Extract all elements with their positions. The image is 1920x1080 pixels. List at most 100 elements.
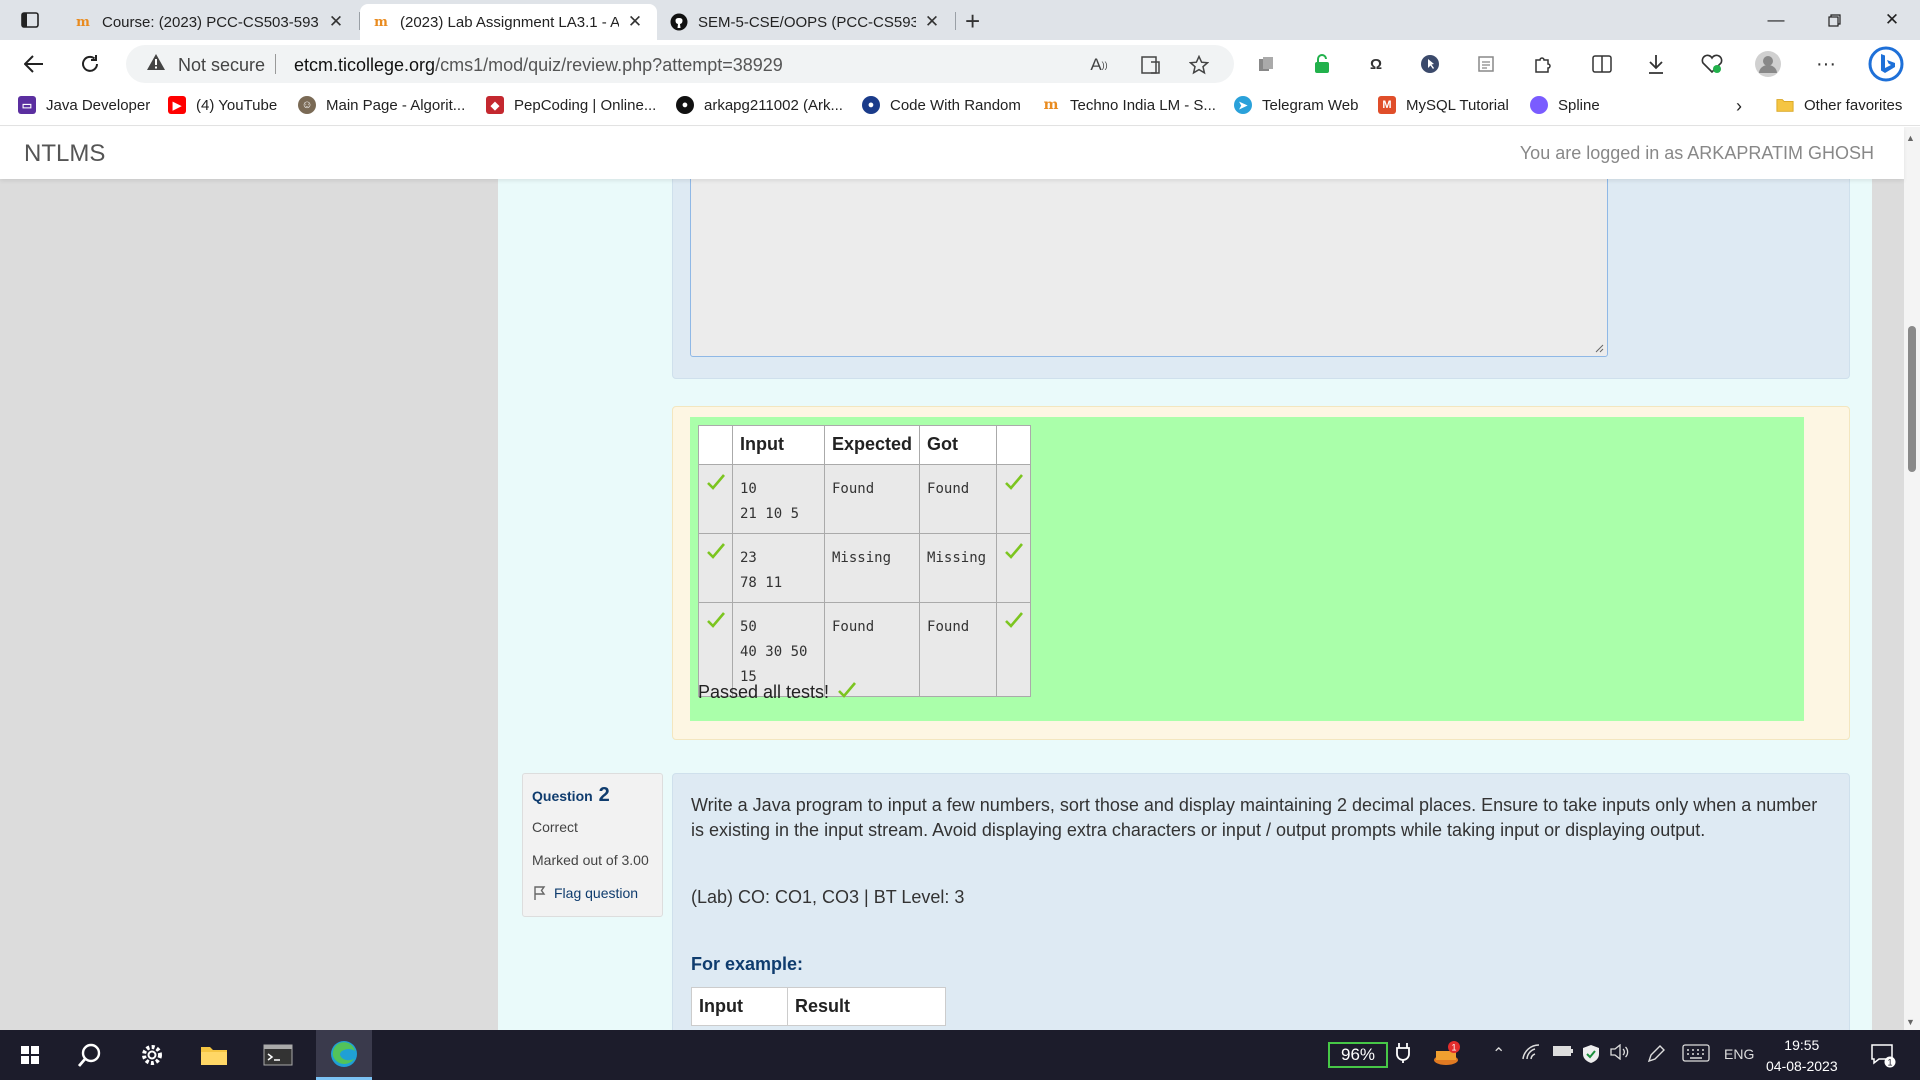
terminal-icon[interactable]: [254, 1030, 302, 1080]
back-icon[interactable]: [18, 48, 50, 80]
more-menu-icon[interactable]: ···: [1810, 48, 1842, 80]
language-indicator[interactable]: ENG: [1724, 1046, 1754, 1062]
scroll-down-icon[interactable]: ▼: [1906, 1017, 1915, 1027]
settings-gear-icon[interactable]: [128, 1030, 176, 1080]
bookmarks-bar: ▭ Java Developer ▶ (4) YouTube ☺ Main Page …: [0, 88, 1920, 126]
file-explorer-icon[interactable]: [190, 1030, 238, 1080]
extensions-icon[interactable]: [1526, 48, 1558, 80]
bookmark-label: PepCoding | Online...: [514, 96, 657, 114]
app-update-icon[interactable]: 1: [1432, 1040, 1462, 1071]
bookmark-label: Telegram Web: [1262, 96, 1359, 114]
site-brand[interactable]: NTLMS: [24, 140, 105, 168]
tab-label: SEM-5-CSE/OOPS (PCC-CS593)/A: [698, 13, 916, 31]
java-developer-icon: ▭: [18, 96, 36, 114]
got-cell: Missing: [919, 533, 998, 603]
check-icon: [837, 681, 857, 704]
bookmark-pepcoding[interactable]: ◆ PepCoding | Online...: [486, 96, 656, 114]
reading-list-icon[interactable]: [1470, 48, 1502, 80]
moodle-icon: m: [76, 14, 90, 30]
bookmark-telegram[interactable]: ➤ Telegram Web: [1234, 96, 1358, 114]
start-windows-icon[interactable]: [6, 1030, 54, 1080]
flag-question-link[interactable]: Flag question: [532, 885, 653, 901]
code-with-random-icon: ●: [862, 96, 880, 114]
wifi-icon[interactable]: [1522, 1044, 1540, 1063]
favorite-star-icon[interactable]: [1188, 54, 1210, 76]
bookmark-github[interactable]: ● arkapg211002 (Ark...: [676, 96, 843, 114]
read-aloud-icon[interactable]: A)): [1088, 54, 1110, 76]
divider: [275, 54, 276, 74]
question-status: Correct: [532, 819, 578, 835]
scrollbar-thumb[interactable]: [1908, 326, 1916, 472]
bookmark-java-developer[interactable]: ▭ Java Developer: [18, 96, 150, 114]
flag-icon: [532, 885, 548, 901]
bookmark-techno-india[interactable]: m Techno India LM - S...: [1042, 96, 1216, 114]
github-icon: [670, 13, 688, 31]
security-label[interactable]: Not secure: [178, 55, 265, 76]
warning-icon[interactable]: [146, 53, 166, 76]
battery-indicator[interactable]: 96%: [1328, 1042, 1388, 1068]
scroll-up-icon[interactable]: ▲: [1906, 133, 1915, 143]
browser-tab-course[interactable]: m Course: (2023) PCC-CS503-593: C ✕: [62, 4, 358, 40]
new-tab-button[interactable]: +: [965, 6, 980, 37]
main-region: Input Expected Got 10 21 10 5 Found Found: [498, 179, 1872, 1030]
downloads-icon[interactable]: [1640, 48, 1672, 80]
minimize-button[interactable]: —: [1747, 0, 1805, 40]
folder-icon: [1776, 96, 1794, 114]
bookmark-code-with-random[interactable]: ● Code With Random: [862, 96, 1021, 114]
security-shield-icon[interactable]: [1582, 1044, 1600, 1067]
close-icon[interactable]: ✕: [625, 12, 645, 32]
browser-tab-github[interactable]: SEM-5-CSE/OOPS (PCC-CS593)/A ✕: [658, 4, 954, 40]
column-header-input: Input: [732, 425, 825, 465]
answer-code-textarea[interactable]: [690, 179, 1608, 357]
close-icon[interactable]: ✕: [922, 12, 942, 32]
pen-icon[interactable]: [1646, 1044, 1666, 1067]
page-scrollbar[interactable]: ▲ ▼: [1904, 127, 1920, 1030]
url-text[interactable]: etcm.ticollege.org/cms1/mod/quiz/review.…: [294, 55, 783, 76]
chevron-right-icon[interactable]: ›: [1736, 96, 1742, 117]
input-cell: 23 78 11: [732, 533, 825, 603]
login-info: You are logged in as ARKAPRATIM GHOSH: [1519, 143, 1874, 163]
system-clock[interactable]: 19:55 04-08-2023: [1766, 1035, 1838, 1077]
other-favorites-folder[interactable]: Other favorites: [1776, 96, 1902, 114]
restore-button[interactable]: [1805, 0, 1863, 40]
bookmark-spline[interactable]: Spline: [1530, 96, 1600, 114]
bookmark-algorithmist[interactable]: ☺ Main Page - Algorit...: [298, 96, 465, 114]
battery-icon[interactable]: [1552, 1044, 1574, 1061]
search-icon[interactable]: [66, 1030, 114, 1080]
check-icon: [698, 464, 733, 534]
bookmark-mysql[interactable]: M MySQL Tutorial: [1378, 96, 1509, 114]
tab-actions-icon[interactable]: [12, 7, 48, 33]
immersive-reader-icon[interactable]: [1140, 54, 1162, 76]
volume-icon[interactable]: [1610, 1043, 1630, 1063]
address-bar[interactable]: Not secure etcm.ticollege.org/cms1/mod/q…: [126, 45, 1234, 83]
moodle-icon: m: [1043, 97, 1059, 113]
lock-extension-icon[interactable]: [1306, 48, 1338, 80]
github-icon: ●: [676, 96, 694, 114]
browser-toolbar: Not secure etcm.ticollege.org/cms1/mod/q…: [0, 40, 1920, 88]
notification-center-icon[interactable]: 1: [1870, 1042, 1896, 1073]
edge-browser-icon[interactable]: [316, 1030, 372, 1080]
touch-keyboard-icon[interactable]: [1682, 1044, 1710, 1065]
bookmark-label: Code With Random: [890, 96, 1021, 114]
omega-extension-icon[interactable]: Ω: [1360, 48, 1392, 80]
close-window-button[interactable]: ✕: [1863, 0, 1920, 40]
bing-copilot-icon[interactable]: [1866, 44, 1906, 84]
close-icon[interactable]: ✕: [326, 12, 346, 32]
bookmark-label: Spline: [1558, 96, 1600, 114]
expected-cell: Missing: [823, 533, 921, 603]
for-example-heading: For example:: [691, 954, 804, 974]
collections-extension-icon[interactable]: [1250, 48, 1282, 80]
browser-tab-lab-assignment[interactable]: m (2023) Lab Assignment LA3.1 - A ✕: [360, 4, 657, 40]
bookmark-youtube[interactable]: ▶ (4) YouTube: [168, 96, 277, 114]
column-header-expected: Expected: [823, 425, 921, 465]
resize-grip-icon[interactable]: [1594, 343, 1604, 353]
profile-avatar[interactable]: [1752, 48, 1784, 80]
refresh-icon[interactable]: [74, 48, 106, 80]
column-header-input: Input: [691, 987, 788, 1026]
table-header-row: Input Result: [691, 987, 946, 1026]
chevron-up-icon[interactable]: ⌃: [1492, 1044, 1505, 1064]
split-screen-icon[interactable]: [1586, 48, 1618, 80]
performance-icon[interactable]: [1696, 48, 1728, 80]
question-text-panel: Write a Java program to input a few numb…: [672, 773, 1850, 1030]
cursor-extension-icon[interactable]: [1414, 48, 1446, 80]
